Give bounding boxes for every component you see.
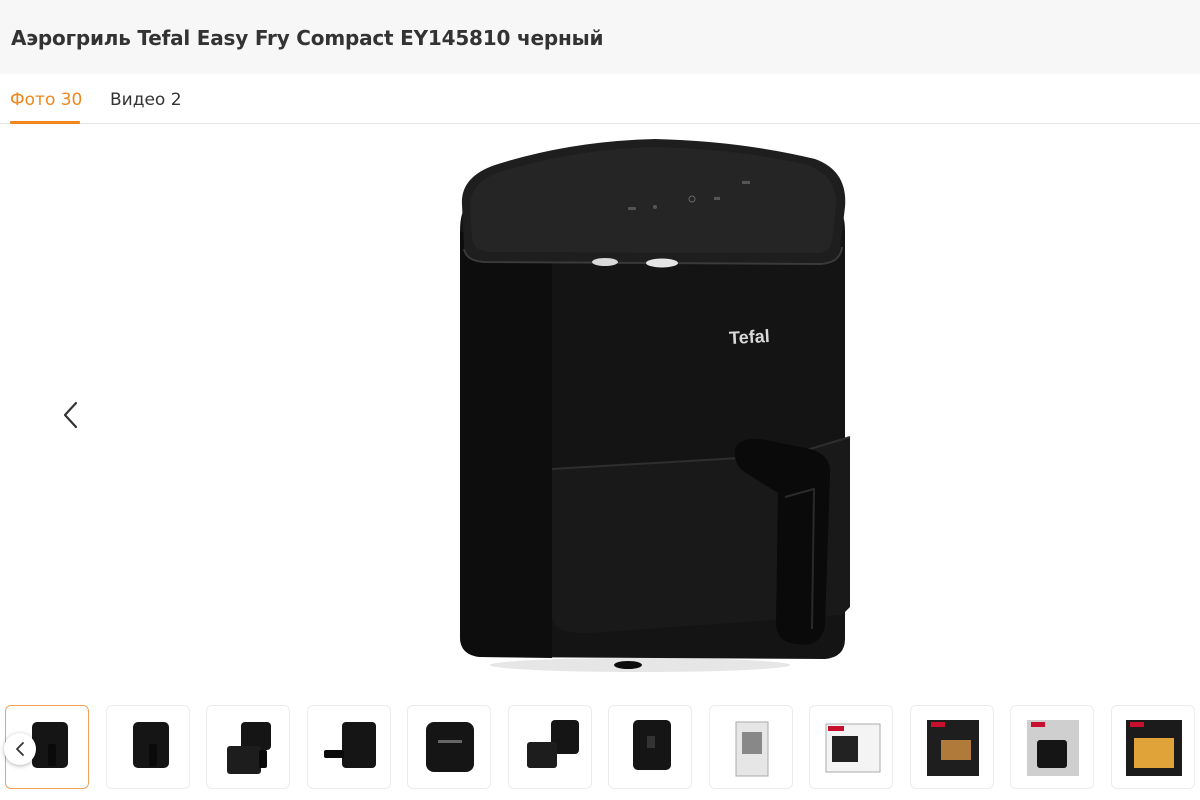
air-fryer-open-basket-thumb [227,722,271,774]
air-fryer-side-thumb [323,722,376,768]
air-fryer-photo: Tefal [460,139,851,672]
gallery-thumbnail[interactable] [1110,705,1195,789]
chevron-left-icon [63,401,78,429]
box-package-thumb [825,723,881,773]
image-viewer: Tefal [0,125,1200,700]
tefal-logo: Tefal [729,326,771,348]
active-tab-indicator [10,121,80,124]
promo-kitchen-thumb [1027,720,1079,776]
page-header: Аэрогриль Tefal Easy Fry Compact EY14581… [0,0,1200,74]
gallery-thumbnail[interactable] [909,705,994,789]
air-fryer-front-thumb [132,722,169,768]
gallery-thumbnail[interactable] [306,705,391,789]
gallery-thumbnail[interactable] [1010,705,1094,789]
tab-photos[interactable]: Фото 30 [10,90,82,110]
thumbnail-strip [0,705,1200,793]
gallery-thumbnail[interactable] [608,705,692,789]
thumbnails-prev-button[interactable] [4,733,36,765]
air-fryer-back-thumb [633,720,671,770]
air-fryer-top-panel-thumb [426,722,474,772]
gallery-thumbnail[interactable] [206,705,290,789]
gallery-thumbnail[interactable] [809,705,893,789]
product-title: Аэрогриль Tefal Easy Fry Compact EY14581… [11,26,604,50]
chevron-left-icon [16,742,24,756]
air-fryer-basket-out-thumb [526,720,579,768]
promo-fries-thumb [1125,720,1182,776]
manual-thumb [735,721,768,777]
gallery-thumbnail[interactable] [507,705,592,789]
media-tabs: Фото 30 Видео 2 [0,74,1200,124]
promo-food-thumb [926,720,979,776]
previous-image-button[interactable] [56,395,86,435]
gallery-thumbnail[interactable] [407,705,491,789]
tab-videos[interactable]: Видео 2 [110,90,182,110]
gallery-thumbnail[interactable] [105,705,190,789]
main-product-image: Tefal [440,137,860,681]
gallery-thumbnail[interactable] [708,705,793,789]
